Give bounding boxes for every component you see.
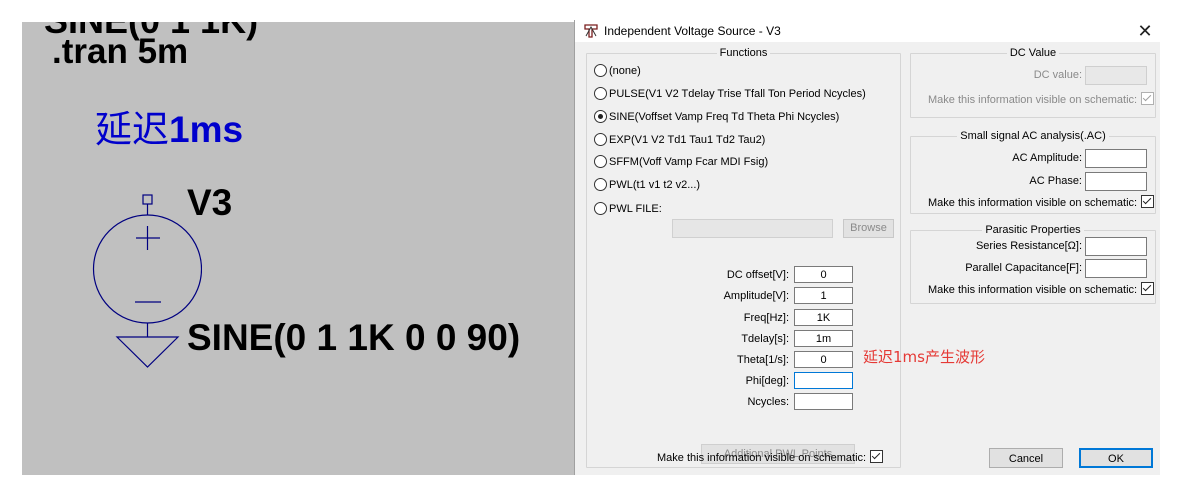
functions-visible-checkbox[interactable] <box>870 450 884 463</box>
component-value[interactable]: SINE(0 1 1K 0 0 90) <box>187 317 520 359</box>
delay-note[interactable]: 延迟1ms <box>95 99 243 153</box>
component-name[interactable]: V3 <box>187 182 232 224</box>
radio-button[interactable] <box>594 202 607 215</box>
param-label-amplitude: Amplitude[V]: <box>723 290 789 302</box>
browse-button: Browse <box>843 219 894 238</box>
tran-directive[interactable]: .tran 5m <box>52 32 188 72</box>
param-label-ncycles: Ncycles: <box>747 396 789 408</box>
functions-group: Functions (none) PULSE(V1 V2 Tdelay Tris… <box>586 47 985 468</box>
radio-option-pwl[interactable]: PWL(t1 v1 t2 v2...) <box>594 177 700 193</box>
radio-button[interactable] <box>594 87 607 100</box>
functions-group-title: Functions <box>716 47 771 59</box>
dc-visible-row: Make this information visible on schemat… <box>928 92 1155 106</box>
parasitic-visible-checkbox[interactable] <box>1141 282 1155 295</box>
series-resistance-label: Series Resistance[Ω]: <box>975 240 1082 252</box>
radio-button-selected[interactable] <box>594 110 607 123</box>
close-button[interactable]: ✕ <box>1132 20 1158 42</box>
dc-value-input <box>1085 66 1147 85</box>
radio-option-none[interactable]: (none) <box>594 63 641 79</box>
radio-option-sine[interactable]: SINE(Voffset Vamp Freq Td Theta Phi Ncyc… <box>594 109 839 125</box>
radio-label: SINE(Voffset Vamp Freq Td Theta Phi Ncyc… <box>609 111 840 123</box>
param-label-tdelay: Tdelay[s]: <box>741 333 789 345</box>
close-icon: ✕ <box>1137 21 1153 41</box>
radio-button[interactable] <box>594 155 607 168</box>
parasitic-group-title: Parasitic Properties <box>982 224 1084 236</box>
dialog-titlebar[interactable]: Independent Voltage Source - V3 ✕ <box>575 20 1160 42</box>
dc-visible-label: Make this information visible on schemat… <box>928 94 1138 106</box>
radio-button[interactable] <box>594 64 607 77</box>
radio-option-pulse[interactable]: PULSE(V1 V2 Tdelay Trise Tfall Ton Perio… <box>594 86 866 102</box>
schematic-canvas[interactable]: SINE(0 1 1K) .tran 5m 延迟1ms V3 SINE(0 1 … <box>22 22 574 475</box>
ncycles-input[interactable] <box>794 393 853 410</box>
ac-amplitude-label: AC Amplitude: <box>1012 152 1082 164</box>
pwl-file-field <box>672 219 833 238</box>
amplitude-input[interactable]: 1 <box>794 287 853 304</box>
parasitic-visible-label: Make this information visible on schemat… <box>928 284 1138 296</box>
phi-input[interactable] <box>794 372 853 389</box>
dc-value-label: DC value: <box>1033 69 1082 81</box>
dialog-title: Independent Voltage Source - V3 <box>604 24 781 38</box>
dc-value-group: DC Value DC value: Make this information… <box>910 47 1156 118</box>
tdelay-input[interactable]: 1m <box>794 330 853 347</box>
param-label-dc-offset: DC offset[V]: <box>726 269 789 281</box>
ac-amplitude-input[interactable] <box>1085 149 1147 168</box>
parasitic-visible-row[interactable]: Make this information visible on schemat… <box>928 282 1155 296</box>
voltage-source-dialog: Independent Voltage Source - V3 ✕ Functi… <box>574 20 1160 475</box>
functions-visible-row[interactable]: Make this information visible on schemat… <box>657 450 897 464</box>
functions-visible-label: Make this information visible on schemat… <box>657 452 867 464</box>
ac-phase-label: AC Phase: <box>1029 175 1082 187</box>
series-resistance-input[interactable] <box>1085 237 1147 256</box>
radio-label: (none) <box>609 65 641 77</box>
ac-phase-input[interactable] <box>1085 172 1147 191</box>
voltage-source-symbol[interactable] <box>82 192 202 372</box>
dc-offset-input[interactable]: 0 <box>794 266 853 283</box>
parallel-capacitance-input[interactable] <box>1085 259 1147 278</box>
param-label-phi: Phi[deg]: <box>745 375 789 387</box>
delay-note-cn: 延迟 <box>95 108 169 151</box>
ltspice-app-icon <box>584 24 598 38</box>
radio-label: PWL FILE: <box>609 203 662 215</box>
radio-option-sffm[interactable]: SFFM(Voff Vamp Fcar MDI Fsig) <box>594 154 768 170</box>
radio-label: PWL(t1 v1 t2 v2...) <box>609 179 701 191</box>
ok-button[interactable]: OK <box>1079 448 1153 468</box>
radio-button[interactable] <box>594 133 607 146</box>
cancel-button[interactable]: Cancel <box>989 448 1063 468</box>
ac-analysis-group: Small signal AC analysis(.AC) AC Amplitu… <box>910 130 1156 214</box>
radio-label: EXP(V1 V2 Td1 Tau1 Td2 Tau2) <box>609 134 766 146</box>
radio-option-pwl-file[interactable]: PWL FILE: <box>594 201 662 217</box>
parasitic-properties-group: Parasitic Properties Series Resistance[Ω… <box>910 224 1156 304</box>
dc-value-group-title: DC Value <box>1006 47 1060 59</box>
ac-analysis-group-title: Small signal AC analysis(.AC) <box>957 130 1109 142</box>
radio-option-exp[interactable]: EXP(V1 V2 Td1 Tau1 Td2 Tau2) <box>594 132 765 148</box>
delay-annotation: 延迟1ms产生波形 <box>863 348 985 366</box>
theta-input[interactable]: 0 <box>794 351 853 368</box>
radio-button[interactable] <box>594 178 607 191</box>
parallel-capacitance-label: Parallel Capacitance[F]: <box>965 262 1082 274</box>
ac-visible-label: Make this information visible on schemat… <box>928 197 1138 209</box>
ac-visible-row[interactable]: Make this information visible on schemat… <box>928 195 1155 209</box>
dc-visible-checkbox <box>1141 92 1155 105</box>
delay-note-value: 1ms <box>169 109 244 150</box>
radio-label: PULSE(V1 V2 Tdelay Trise Tfall Ton Perio… <box>609 88 866 100</box>
radio-label: SFFM(Voff Vamp Fcar MDI Fsig) <box>609 156 769 168</box>
ac-visible-checkbox[interactable] <box>1141 195 1155 208</box>
param-label-theta: Theta[1/s]: <box>737 354 789 366</box>
freq-input[interactable]: 1K <box>794 309 853 326</box>
param-label-freq: Freq[Hz]: <box>743 312 789 324</box>
